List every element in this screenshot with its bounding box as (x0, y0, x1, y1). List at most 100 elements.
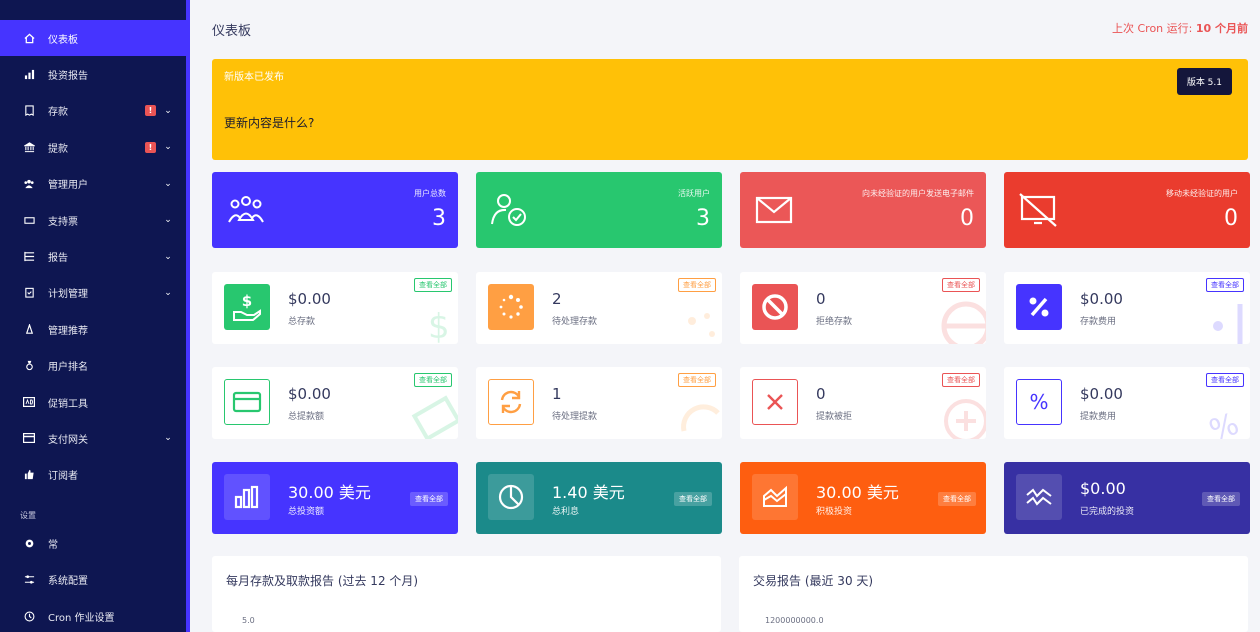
svg-text:$: $ (428, 307, 450, 344)
card-completed-invest: $0.00 已完成的投资 查看全部 (1004, 462, 1250, 534)
sidebar-item-user-ranking[interactable]: 用户排名 (0, 348, 186, 384)
chevron-down-icon: ⌄ (164, 287, 172, 298)
chevron-down-icon: ⌄ (164, 433, 172, 444)
cron-value: 10 个月前 (1195, 22, 1248, 35)
spinner-watermark-icon (688, 313, 715, 337)
svg-text:$: $ (242, 292, 252, 310)
view-all-button[interactable]: 查看全部 (414, 373, 452, 387)
card-value: 2 (552, 290, 562, 308)
hand-dollar-icon: $ (224, 284, 270, 330)
sidebar-item-investment-report[interactable]: 投资报告 (0, 56, 186, 92)
medal-icon (22, 359, 36, 373)
stat-unverified-mobile[interactable]: 移动未经验证的用户 0 (1004, 172, 1250, 248)
stat-label: 活跃用户 (678, 189, 710, 198)
sidebar-item-label: 管理推荐 (48, 325, 88, 337)
view-all-button[interactable]: 查看全部 (410, 492, 448, 506)
view-all-button[interactable]: 查看全部 (1202, 492, 1240, 506)
sidebar-item-subscribers[interactable]: 订阅者 (0, 457, 186, 493)
sidebar-item-support-tickets[interactable]: 支持票 ⌄ (0, 202, 186, 238)
ban-icon (752, 284, 798, 330)
sidebar-item-payment-gateways[interactable]: 支付网关 ⌄ (0, 420, 186, 456)
card-label: 提款被拒 (816, 412, 853, 422)
stat-value: 0 (1224, 206, 1238, 231)
list-icon (22, 250, 36, 264)
sidebar-item-label: 提款 (48, 143, 68, 155)
card-value: 30.00 美元 (288, 483, 371, 502)
percent-watermark-icon (1213, 304, 1243, 344)
banner-subtitle[interactable]: 更新内容是什么? (224, 114, 314, 131)
stat-value: 3 (432, 206, 446, 231)
sidebar-item-reports[interactable]: 报告 ⌄ (0, 238, 186, 274)
view-all-button[interactable]: 查看全部 (1206, 373, 1244, 387)
sidebar-item-manage-referrals[interactable]: 管理推荐 (0, 311, 186, 347)
view-all-button[interactable]: 查看全部 (938, 492, 976, 506)
cron-label: 上次 Cron 运行: (1111, 22, 1193, 35)
sidebar-item-label: 投资报告 (48, 71, 88, 83)
chevron-down-icon: ⌄ (164, 178, 172, 189)
percent-outline-icon: % (1016, 379, 1062, 425)
card-pending-deposit: 2 待处理存款 查看全部 (476, 272, 722, 344)
stat-active-users[interactable]: 活跃用户 3 (476, 172, 722, 248)
banner-title: 新版本已发布 (224, 72, 284, 83)
thumbs-up-icon (22, 468, 36, 482)
sidebar-item-system-configuration[interactable]: 系统配置 (0, 561, 186, 597)
referral-icon (22, 322, 36, 336)
sidebar-item-label: 计划管理 (48, 289, 88, 301)
sidebar-item-label: 系统配置 (48, 576, 88, 588)
plus-circle-watermark-icon (944, 399, 986, 439)
card-label: 待处理存款 (552, 317, 598, 327)
mobile-off-icon (1019, 193, 1057, 227)
sidebar-item-dashboard[interactable]: 仪表板 (0, 20, 186, 57)
stat-value: 0 (960, 206, 974, 231)
version-button[interactable]: 版本 5.1 (1176, 68, 1232, 95)
card-value: $0.00 (288, 290, 331, 308)
sidebar-item-withdrawals[interactable]: 提款 ! ⌄ (0, 129, 186, 165)
chevron-down-icon: ⌄ (164, 105, 172, 116)
axis-tick-label: 1200000000.0 (765, 616, 824, 625)
card-label: 总投资额 (288, 507, 325, 517)
sidebar-item-label: 管理用户 (48, 180, 88, 192)
sidebar-item-label: 支付网关 (48, 434, 88, 446)
card-active-invest: 30.00 美元 积极投资 查看全部 (740, 462, 986, 534)
view-all-button[interactable]: 查看全部 (942, 373, 980, 387)
refresh-icon (488, 379, 534, 425)
sidebar-item-label: 用户排名 (48, 362, 88, 374)
card-value: 0 (816, 385, 826, 403)
sliders-icon (22, 573, 36, 587)
axis-tick-label: 5.0 (242, 616, 255, 625)
sidebar: 仪表板 投资报告 存款 ! ⌄ 提款 ! ⌄ 管理用户 ⌄ 支持票 ⌄ 报告 ⌄… (0, 0, 190, 632)
view-all-button[interactable]: 查看全部 (1206, 278, 1244, 292)
sidebar-item-label: 促销工具 (48, 398, 88, 410)
sidebar-item-plan-management[interactable]: 计划管理 ⌄ (0, 275, 186, 311)
card-value: 0 (816, 290, 826, 308)
sidebar-item-cron-settings[interactable]: Cron 作业设置 (0, 598, 186, 632)
card-rejected-deposit: 0 拒绝存款 查看全部 (740, 272, 986, 344)
view-all-button[interactable]: 查看全部 (942, 278, 980, 292)
spinner-icon (488, 284, 534, 330)
ticket-icon (22, 213, 36, 227)
stat-value: 3 (696, 206, 710, 231)
sidebar-item-manage-users[interactable]: 管理用户 ⌄ (0, 166, 186, 202)
stat-total-users[interactable]: 用户总数 3 (212, 172, 458, 248)
card-label: 总利息 (552, 507, 580, 517)
card-label: 积极投资 (816, 507, 853, 517)
sidebar-item-deposits[interactable]: 存款 ! ⌄ (0, 93, 186, 129)
dollar-watermark-icon: $ (428, 307, 450, 344)
view-all-button[interactable]: 查看全部 (678, 278, 716, 292)
pie-icon (488, 474, 534, 520)
card-value: $0.00 (1080, 479, 1126, 498)
card-value: 1.40 美元 (552, 483, 625, 502)
view-all-button[interactable]: 查看全部 (678, 373, 716, 387)
view-all-button[interactable]: 查看全部 (414, 278, 452, 292)
view-all-button[interactable]: 查看全部 (674, 492, 712, 506)
cron-status: 上次 Cron 运行: 10 个月前 (1112, 20, 1248, 36)
card-total-invest: 30.00 美元 总投资额 查看全部 (212, 462, 458, 534)
card-deposit-fees: $0.00 存款费用 查看全部 (1004, 272, 1250, 344)
stat-unverified-email[interactable]: 向未经验证的用户发送电子邮件 0 (740, 172, 986, 248)
main-content: 仪表板 上次 Cron 运行: 10 个月前 新版本已发布 更新内容是什么? 版… (194, 0, 1260, 632)
bar-chart-icon (22, 68, 36, 82)
sidebar-item-promotion-tools[interactable]: 促销工具 (0, 384, 186, 420)
sidebar-item-general-settings[interactable]: 常 (0, 525, 186, 561)
credit-card-icon (22, 431, 36, 445)
bars-icon (224, 474, 270, 520)
